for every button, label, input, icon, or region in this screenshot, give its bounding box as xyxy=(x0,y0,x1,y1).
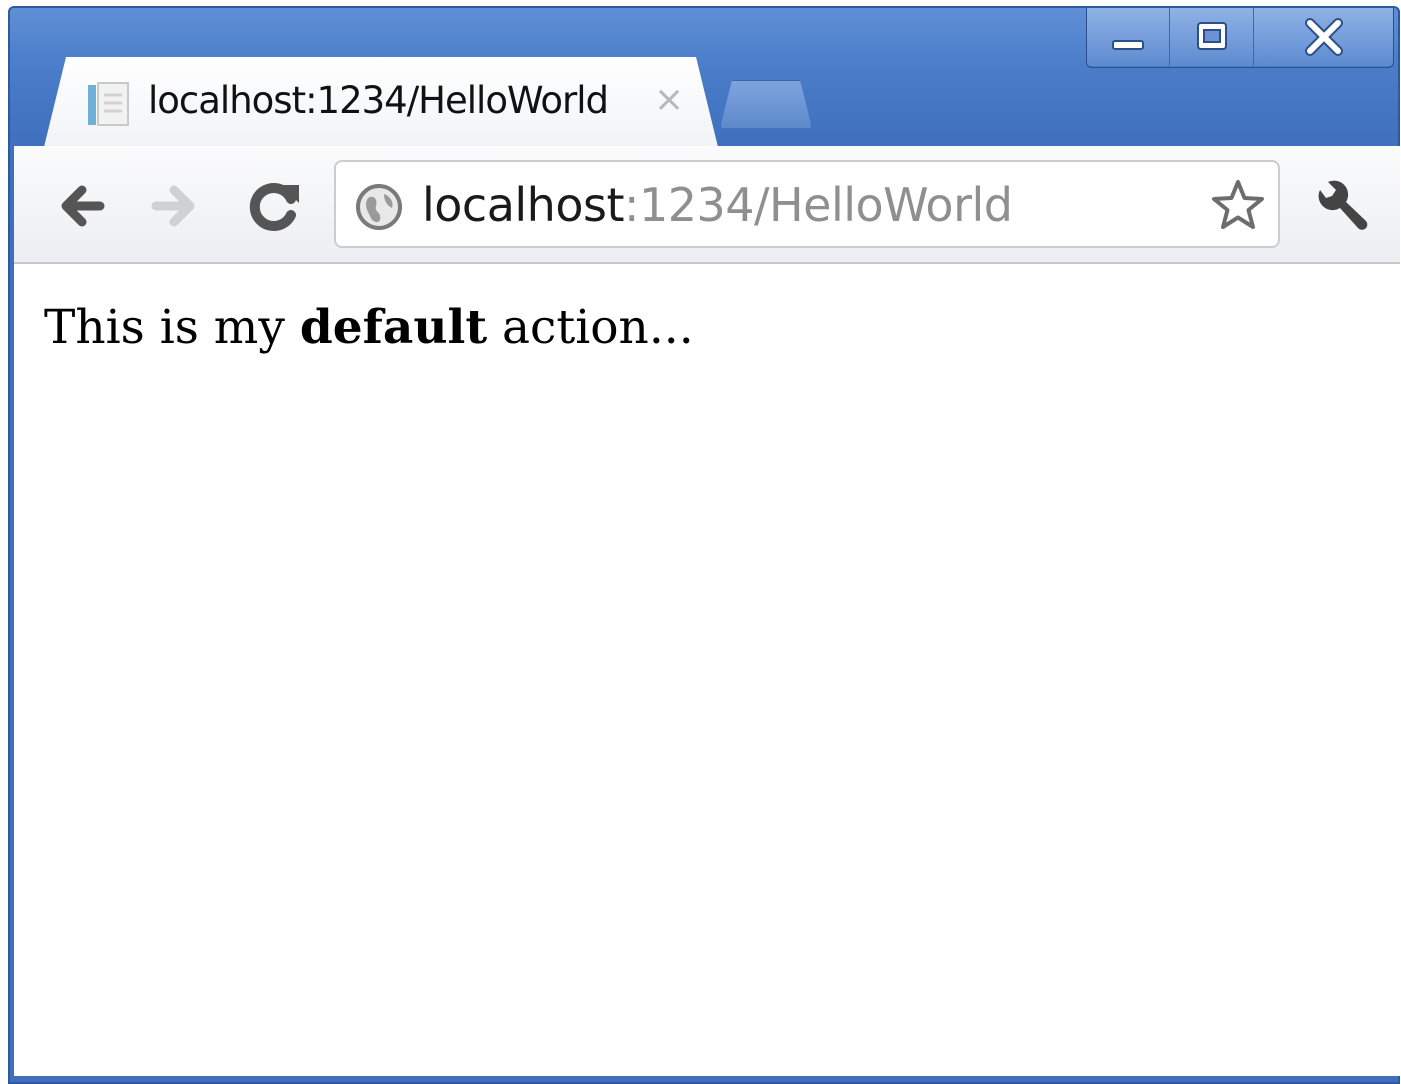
browser-tab[interactable]: localhost:1234/HelloWorld × xyxy=(44,57,718,147)
toolbar: localhost:1234/HelloWorld xyxy=(14,146,1400,264)
url-host: localhost xyxy=(422,178,624,232)
forward-button[interactable] xyxy=(146,178,202,234)
reload-icon xyxy=(249,183,299,231)
url-text: localhost:1234/HelloWorld xyxy=(422,178,1013,232)
forward-arrow-icon xyxy=(151,185,195,227)
close-icon xyxy=(1304,18,1343,56)
settings-button[interactable] xyxy=(1310,174,1374,238)
minimize-icon xyxy=(1112,40,1144,50)
address-bar[interactable]: localhost:1234/HelloWorld xyxy=(334,160,1280,248)
url-path: :1234/HelloWorld xyxy=(623,178,1013,232)
minimize-button[interactable] xyxy=(1087,8,1169,66)
bookmark-button[interactable] xyxy=(1208,176,1268,236)
body-text-suffix: action... xyxy=(487,300,694,355)
back-arrow-icon xyxy=(61,185,105,227)
page-content: This is my default action... xyxy=(14,264,1400,1076)
back-button[interactable] xyxy=(54,178,110,234)
wrench-icon xyxy=(1318,180,1368,230)
body-text-prefix: This is my xyxy=(44,300,300,355)
maximize-button[interactable] xyxy=(1169,8,1253,66)
maximize-icon xyxy=(1196,22,1227,50)
body-text: This is my default action... xyxy=(44,300,694,355)
new-tab-button[interactable] xyxy=(720,80,812,128)
page-icon xyxy=(88,82,129,126)
tab-title: localhost:1234/HelloWorld xyxy=(148,79,609,122)
window-controls xyxy=(1086,8,1394,68)
star-icon xyxy=(1212,180,1264,229)
tab-close-button[interactable]: × xyxy=(654,79,684,120)
close-window-button[interactable] xyxy=(1253,8,1393,66)
reload-button[interactable] xyxy=(244,176,304,236)
body-text-bold: default xyxy=(299,300,488,355)
globe-icon xyxy=(356,184,402,230)
